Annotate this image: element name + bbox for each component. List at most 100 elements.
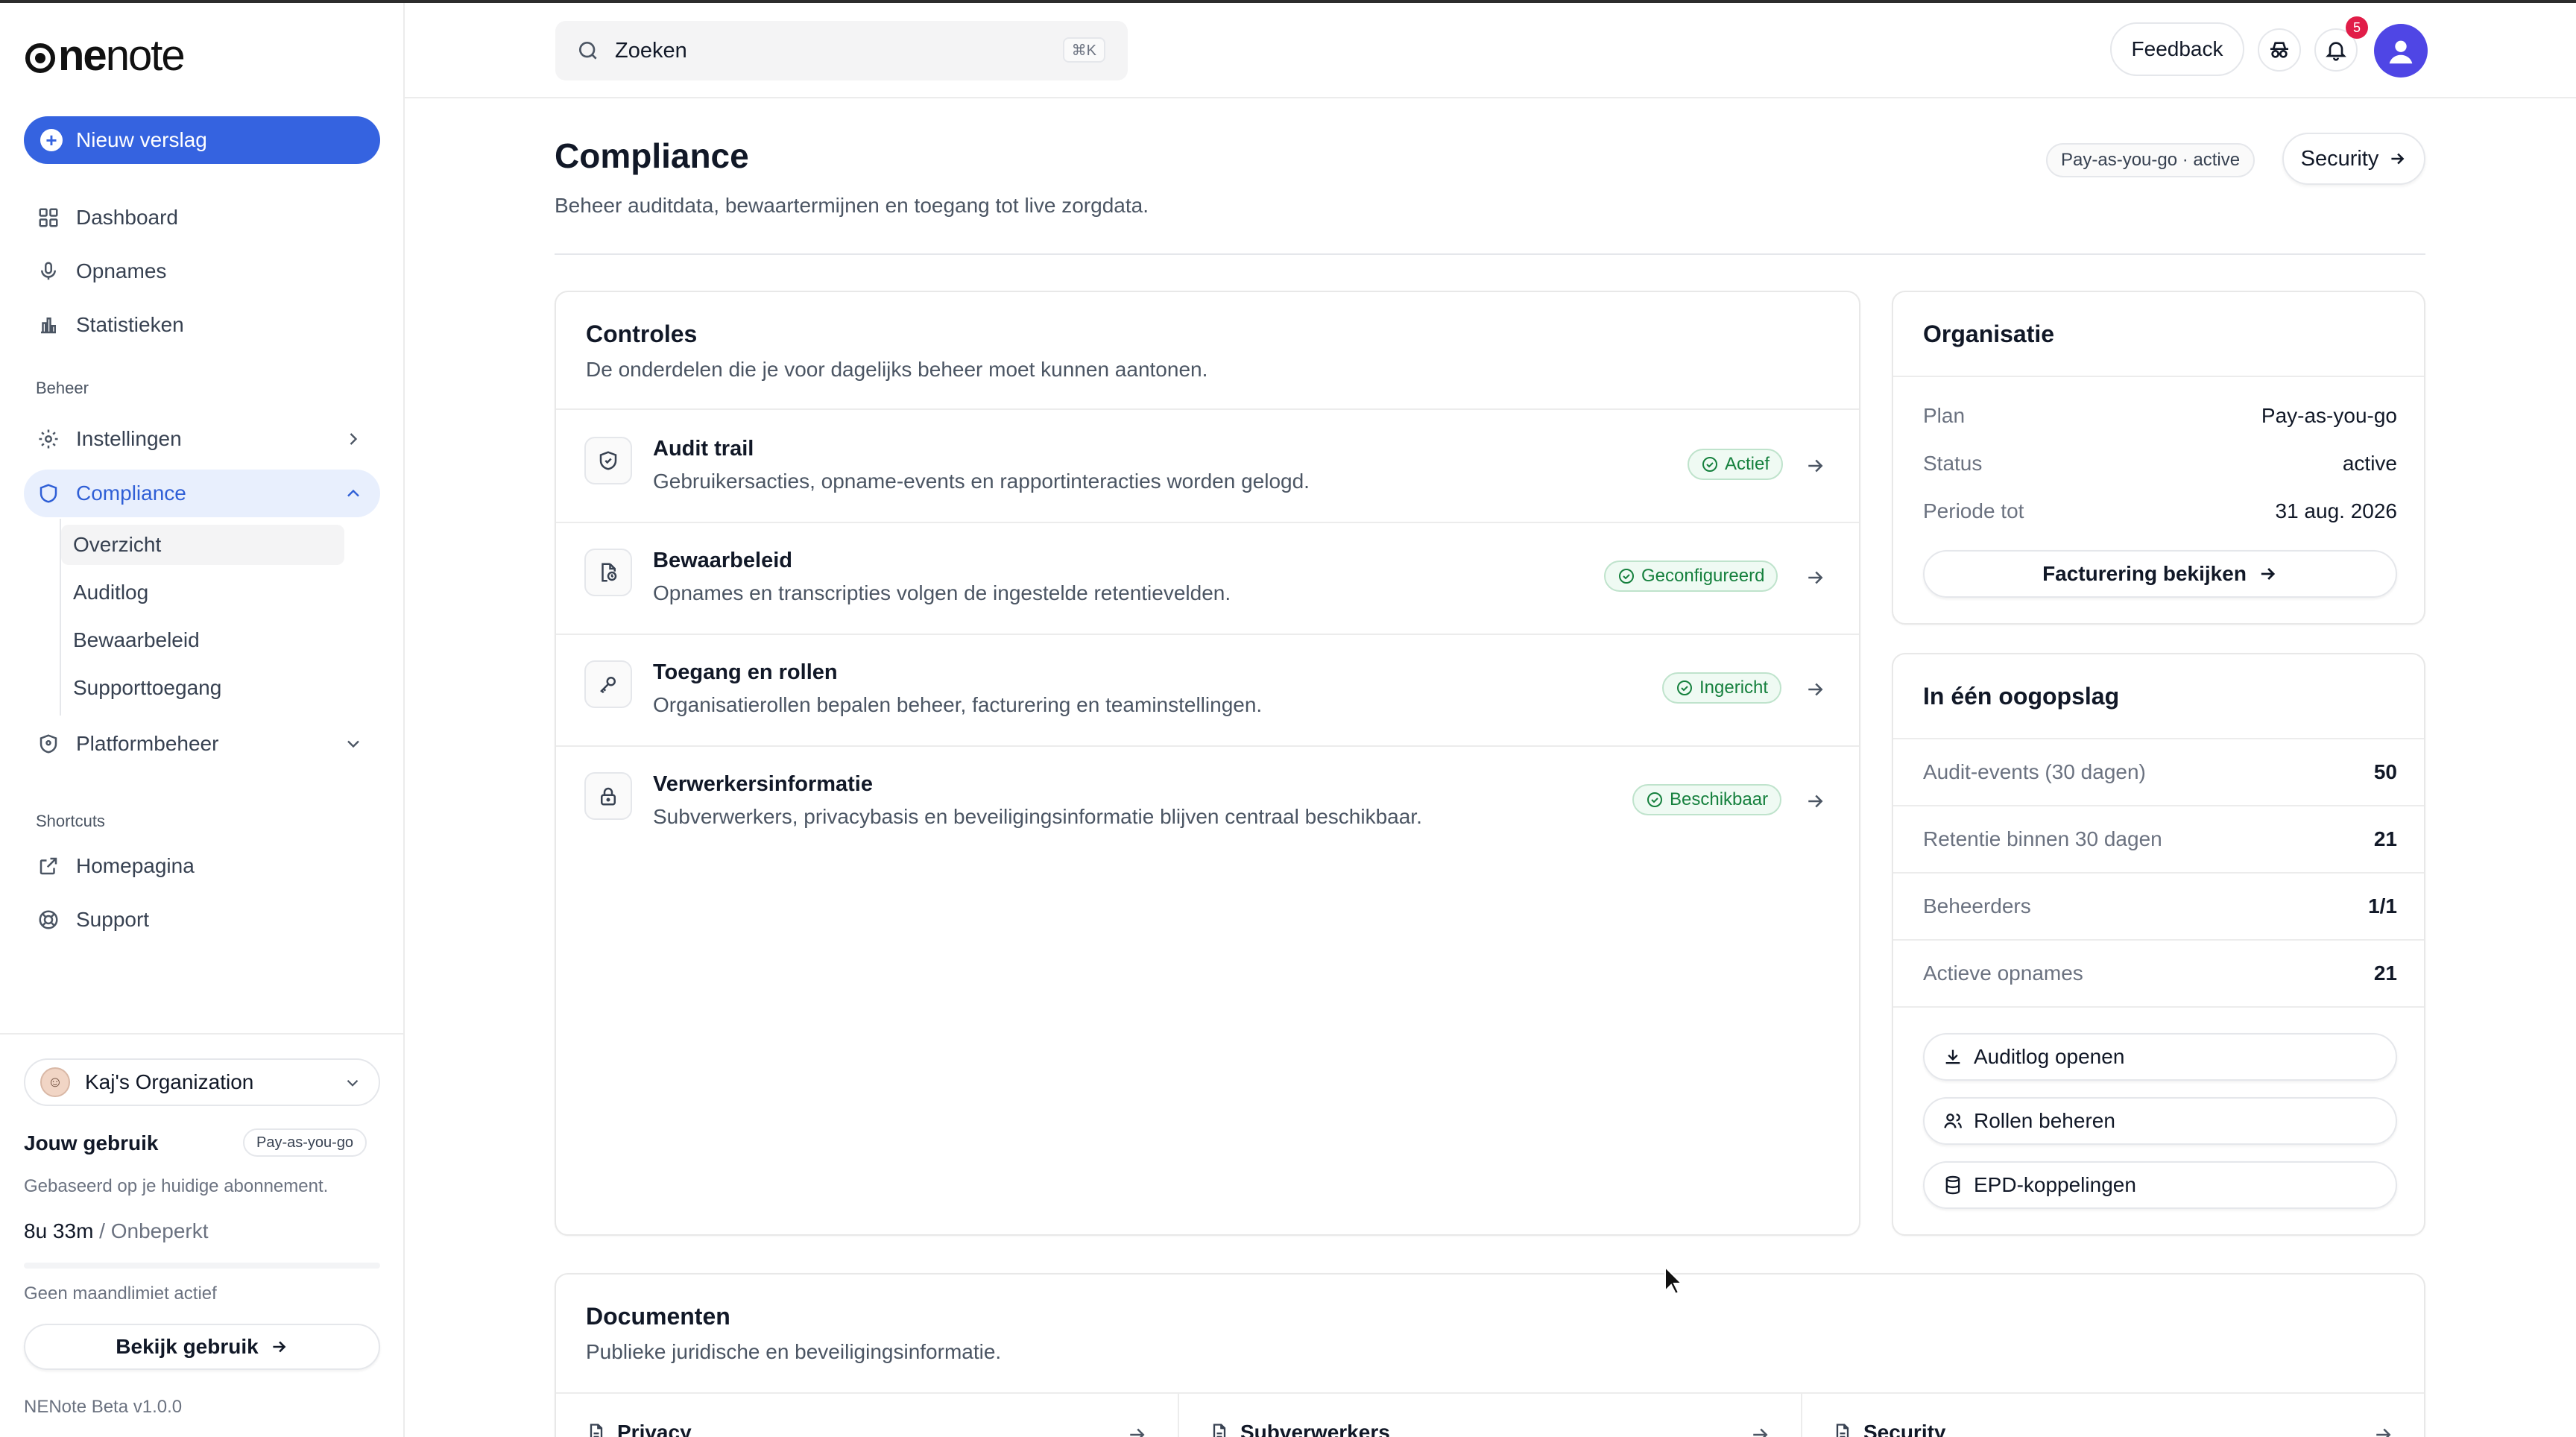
organization-name: Kaj's Organization bbox=[85, 1070, 254, 1093]
usage-separator: / bbox=[93, 1219, 111, 1242]
control-icon bbox=[584, 660, 632, 708]
sidebar-item-dashboard[interactable]: Dashboard bbox=[24, 194, 380, 241]
controls-title: Controles bbox=[586, 320, 698, 347]
user-icon bbox=[2389, 40, 2413, 64]
usage-plan-badge: Pay-as-you-go bbox=[243, 1128, 367, 1157]
usage-used: 8u 33m bbox=[24, 1219, 94, 1242]
org-avatar: ☺ bbox=[40, 1067, 70, 1097]
button-label: EPD-koppelingen bbox=[1974, 1173, 2136, 1196]
search-icon bbox=[579, 42, 597, 60]
incognito-button[interactable] bbox=[2258, 28, 2301, 72]
organization-select[interactable]: ☺ Kaj's Organization bbox=[24, 1058, 380, 1106]
document-name: Privacy bbox=[617, 1421, 692, 1437]
chevron-down-icon bbox=[347, 1079, 359, 1087]
sidebar-item-opnames[interactable]: Opnames bbox=[24, 247, 380, 295]
gear-icon bbox=[39, 429, 58, 449]
key-icon bbox=[600, 677, 616, 694]
document-link-subverwerkers[interactable]: Subverwerkers bbox=[1179, 1394, 1802, 1437]
app-logo[interactable]: nenote bbox=[25, 30, 221, 78]
document-link-security[interactable]: Security bbox=[1802, 1394, 2424, 1437]
control-row-audit-trail[interactable]: Audit trail Gebruikersacties, opname-eve… bbox=[556, 410, 1856, 522]
button-label: Rollen beheren bbox=[1974, 1109, 2115, 1132]
divider bbox=[1893, 939, 2424, 941]
control-description: Organisatierollen bepalen beheer, factur… bbox=[653, 693, 1263, 716]
security-button-label: Security bbox=[2300, 146, 2379, 171]
arrow-right-icon bbox=[273, 1341, 286, 1353]
epd-links-button[interactable]: EPD-koppelingen bbox=[1923, 1161, 2397, 1209]
org-row-status: Status active bbox=[1923, 452, 2397, 476]
plan-status-pill: Pay-as-you-go · active bbox=[2046, 143, 2255, 177]
usage-limit: Onbeperkt bbox=[110, 1219, 209, 1242]
incognito-icon bbox=[2270, 42, 2288, 58]
sidebar-item-platformbeheer[interactable]: Platformbeheer bbox=[24, 720, 380, 768]
document-link-privacy[interactable]: Privacy bbox=[556, 1394, 1179, 1437]
usage-limit-note: Geen maandlimiet actief bbox=[24, 1283, 217, 1304]
controls-card: Controles De onderdelen die je voor dage… bbox=[555, 291, 1860, 1236]
control-row-bewaarbeleid[interactable]: Bewaarbeleid Opnames en transcripties vo… bbox=[556, 522, 1856, 634]
document-name: Subverwerkers bbox=[1240, 1421, 1390, 1437]
usage-description: Gebaseerd op je huidige abonnement. bbox=[24, 1176, 329, 1196]
divider bbox=[1893, 872, 2424, 874]
notification-count-badge: 5 bbox=[2346, 16, 2368, 39]
sidebar-item-label: Statistieken bbox=[76, 313, 184, 336]
section-label-shortcuts: Shortcuts bbox=[36, 812, 105, 830]
sidebar-item-instellingen[interactable]: Instellingen bbox=[24, 415, 380, 463]
view-billing-button[interactable]: Facturering bekijken bbox=[1923, 550, 2397, 598]
control-icon bbox=[584, 437, 632, 484]
status-label: Actief bbox=[1725, 454, 1770, 474]
org-value: 31 aug. 2026 bbox=[2275, 499, 2398, 522]
check-circle-icon bbox=[1677, 680, 1692, 695]
sidebar-item-statistieken[interactable]: Statistieken bbox=[24, 301, 380, 349]
glance-row: Audit-events (30 dagen) 50 bbox=[1923, 760, 2397, 784]
user-avatar[interactable] bbox=[2374, 24, 2428, 78]
glance-value: 50 bbox=[2373, 760, 2397, 783]
file-text-icon bbox=[1213, 1424, 1226, 1437]
plus-icon: + bbox=[40, 129, 63, 151]
divider bbox=[1893, 1006, 2424, 1008]
sidebar-item-compliance[interactable]: Compliance bbox=[24, 470, 380, 517]
sidebar-item-homepagina[interactable]: Homepagina bbox=[24, 842, 380, 890]
feedback-button[interactable]: Feedback bbox=[2110, 22, 2244, 76]
view-usage-label: Bekijk gebruik bbox=[116, 1335, 259, 1358]
sidebar-item-label: Opnames bbox=[76, 259, 167, 282]
view-usage-button[interactable]: Bekijk gebruik bbox=[24, 1324, 380, 1370]
sidebar-subitem-bewaarbeleid[interactable]: Bewaarbeleid bbox=[61, 620, 344, 660]
mouse-cursor-icon bbox=[1664, 1266, 1683, 1295]
arrow-right-icon bbox=[2391, 153, 2405, 165]
document-label: Privacy bbox=[586, 1421, 692, 1437]
glance-key: Beheerders bbox=[1923, 894, 2031, 918]
search-input[interactable]: Zoeken ⌘K bbox=[555, 21, 1128, 80]
status-badge: Actief bbox=[1688, 449, 1784, 480]
control-row-toegang-en-rollen[interactable]: Toegang en rollen Organisatierollen bepa… bbox=[556, 634, 1856, 745]
control-icon bbox=[584, 549, 632, 596]
open-auditlog-button[interactable]: Auditlog openen bbox=[1923, 1033, 2397, 1081]
glance-value: 1/1 bbox=[2368, 894, 2397, 918]
shield-check-icon bbox=[40, 734, 57, 754]
external-link-icon bbox=[40, 857, 57, 875]
control-row-verwerkersinformatie[interactable]: Verwerkersinformatie Subverwerkers, priv… bbox=[556, 745, 1856, 857]
control-description: Gebruikersacties, opname-events en rappo… bbox=[653, 470, 1310, 493]
control-title: Verwerkersinformatie bbox=[653, 772, 873, 796]
arrow-right-icon bbox=[1808, 571, 1823, 584]
sidebar-item-support[interactable]: Support bbox=[24, 896, 380, 944]
arrow-right-icon bbox=[1808, 459, 1823, 473]
sidebar-subitem-auditlog[interactable]: Auditlog bbox=[61, 572, 344, 613]
org-row-period: Periode tot 31 aug. 2026 bbox=[1923, 499, 2397, 523]
new-report-button[interactable]: + Nieuw verslag bbox=[24, 116, 380, 164]
sidebar-item-label: Homepagina bbox=[76, 854, 195, 877]
sidebar-subitem-supporttoegang[interactable]: Supporttoegang bbox=[61, 668, 344, 708]
manage-roles-button[interactable]: Rollen beheren bbox=[1923, 1097, 2397, 1145]
users-icon bbox=[1944, 1114, 1963, 1128]
security-button[interactable]: Security bbox=[2282, 133, 2425, 185]
sidebar-subitem-overzicht[interactable]: Overzicht bbox=[61, 525, 344, 565]
arrow-right-icon bbox=[1753, 1428, 1768, 1437]
new-report-label: Nieuw verslag bbox=[76, 128, 207, 151]
glance-value: 21 bbox=[2373, 961, 2397, 985]
control-icon bbox=[584, 772, 632, 820]
usage-progress-bar bbox=[24, 1263, 380, 1269]
document-name: Security bbox=[1863, 1421, 1946, 1437]
chevron-right-icon bbox=[350, 433, 358, 445]
org-value: active bbox=[2342, 452, 2397, 475]
controls-subtitle: De onderdelen die je voor dagelijks behe… bbox=[586, 358, 1208, 381]
sidebar-item-label: Instellingen bbox=[76, 427, 182, 450]
